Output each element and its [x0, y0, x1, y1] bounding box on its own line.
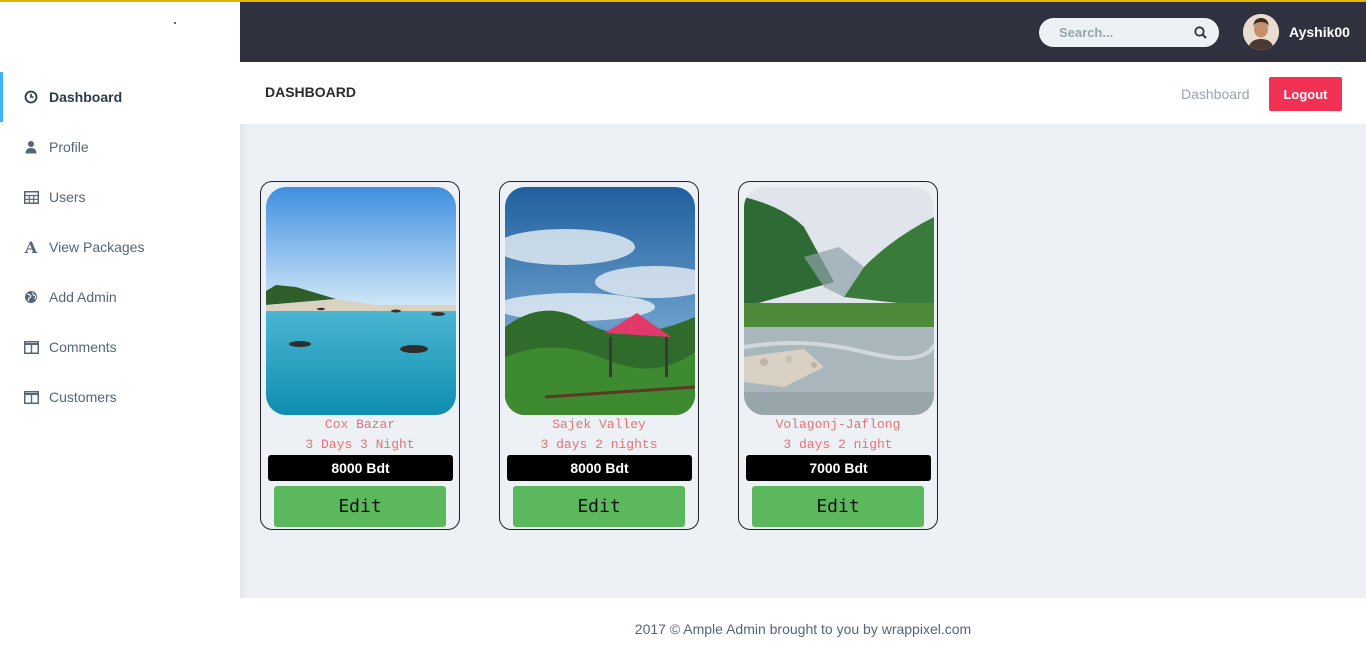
sidebar-item-label: Add Admin — [49, 289, 117, 305]
package-image-sajek-valley — [505, 187, 695, 415]
package-duration: 3 days 2 night — [783, 437, 893, 452]
edit-button[interactable]: Edit — [274, 486, 446, 527]
package-image-cox-bazar — [266, 187, 456, 415]
sidebar-item-label: Users — [49, 189, 86, 205]
sidebar-item-customers[interactable]: Customers — [0, 372, 240, 422]
logo — [174, 22, 176, 24]
sidebar-item-label: Comments — [49, 339, 117, 355]
username[interactable]: Ayshik00 — [1289, 24, 1350, 40]
sidebar-item-label: Customers — [49, 389, 117, 405]
font-icon: A — [24, 237, 38, 257]
package-card: Cox Bazar 3 Days 3 Night 8000 Bdt Edit — [260, 181, 460, 530]
avatar[interactable] — [1243, 14, 1279, 50]
package-price: 8000 Bdt — [507, 455, 692, 481]
edit-button[interactable]: Edit — [752, 486, 924, 527]
package-name: Volagonj-Jaflong — [775, 417, 901, 432]
sidebar-item-label: Dashboard — [49, 89, 123, 105]
sidebar-item-label: Profile — [49, 139, 89, 155]
sidebar: Dashboard Profile Users A View Packages … — [0, 2, 240, 660]
clock-icon — [22, 88, 40, 106]
package-price: 7000 Bdt — [746, 455, 931, 481]
sidebar-item-users[interactable]: Users — [0, 172, 240, 222]
package-card: Volagonj-Jaflong 3 days 2 night 7000 Bdt… — [738, 181, 938, 530]
sidebar-item-label: View Packages — [49, 239, 145, 255]
top-navbar: Ayshik00 — [240, 2, 1366, 62]
package-card: Sajek Valley 3 days 2 nights 8000 Bdt Ed… — [499, 181, 699, 530]
footer: 2017 © Ample Admin brought to you by wra… — [240, 598, 1366, 660]
sidebar-item-add-admin[interactable]: Add Admin — [0, 272, 240, 322]
package-price: 8000 Bdt — [268, 455, 453, 481]
breadcrumb[interactable]: Dashboard — [1181, 86, 1250, 102]
sidebar-item-view-packages[interactable]: A View Packages — [0, 222, 240, 272]
sidebar-item-profile[interactable]: Profile — [0, 122, 240, 172]
footer-text: 2017 © Ample Admin brought to you by wra… — [634, 621, 972, 637]
package-name: Sajek Valley — [552, 417, 646, 432]
user-icon — [22, 138, 40, 156]
columns-icon — [22, 388, 40, 406]
logout-button[interactable]: Logout — [1269, 77, 1342, 111]
package-duration: 3 days 2 nights — [540, 437, 658, 452]
globe-icon — [22, 288, 40, 306]
search-icon[interactable] — [1194, 26, 1207, 39]
logo-area — [0, 2, 240, 62]
columns-icon — [22, 338, 40, 356]
sidebar-nav: Dashboard Profile Users A View Packages … — [0, 72, 240, 422]
page-title: DASHBOARD — [265, 84, 356, 100]
edit-button[interactable]: Edit — [513, 486, 685, 527]
search-box — [1039, 18, 1219, 47]
sidebar-item-comments[interactable]: Comments — [0, 322, 240, 372]
package-name: Cox Bazar — [324, 417, 396, 432]
table-icon — [22, 188, 40, 206]
user-menu[interactable]: Ayshik00 — [1243, 14, 1350, 50]
page-title-bar: DASHBOARD Dashboard Logout — [240, 62, 1366, 124]
package-image-volagonj-jaflong — [744, 187, 934, 415]
search-input[interactable] — [1059, 25, 1189, 40]
sidebar-item-dashboard[interactable]: Dashboard — [0, 72, 240, 122]
package-duration: 3 Days 3 Night — [305, 437, 415, 452]
